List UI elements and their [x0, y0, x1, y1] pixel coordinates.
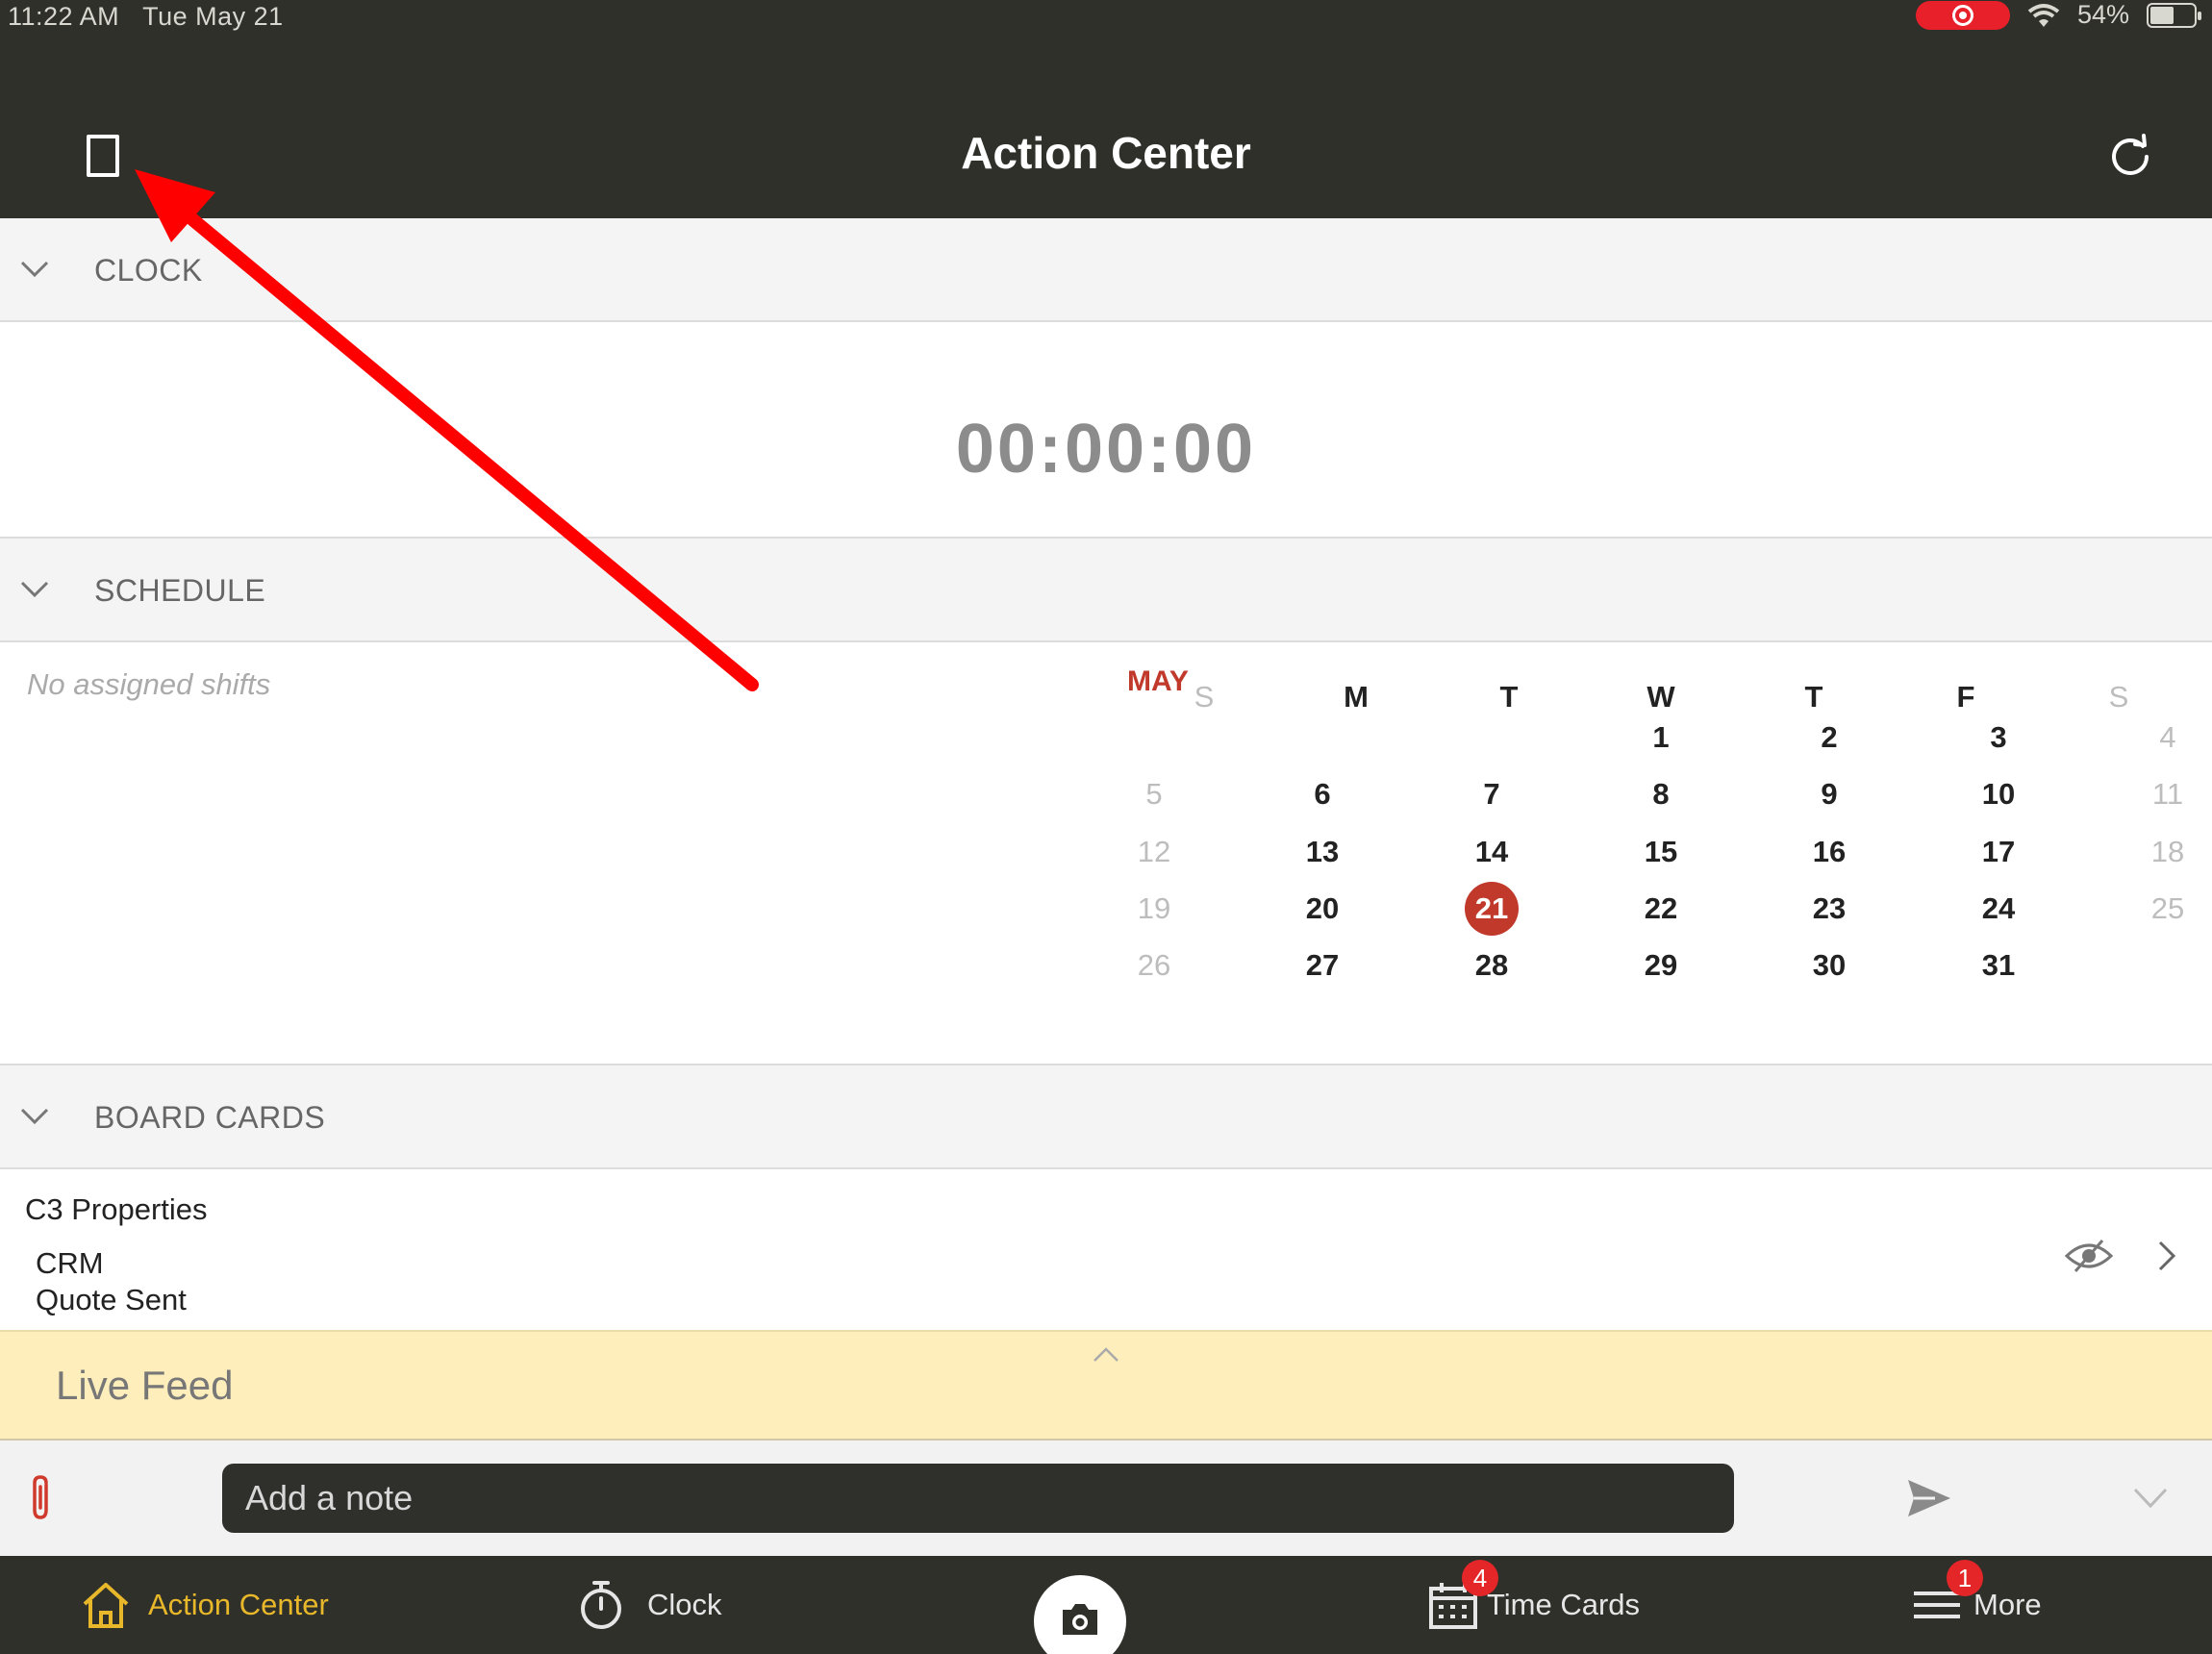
note-input[interactable]: [222, 1464, 1734, 1533]
board-cards-section-label: BOARD CARDS: [94, 1100, 326, 1135]
live-feed-drawer[interactable]: Live Feed: [0, 1330, 2212, 1441]
clock-timer: 00:00:00: [955, 411, 1257, 488]
calendar-weekday: T: [1499, 680, 1519, 714]
bottom-tab-bar: Action Center Clock Time Cards 4 More 1: [0, 1556, 2212, 1654]
note-composer: [0, 1441, 2212, 1556]
camera-button[interactable]: [1034, 1575, 1126, 1654]
chevron-up-icon[interactable]: [1093, 1345, 1119, 1363]
tab-label: Time Cards: [1487, 1588, 1641, 1621]
clock-section-label: CLOCK: [94, 253, 203, 288]
tab-more[interactable]: More 1: [1912, 1556, 2042, 1654]
calendar-day[interactable]: 25: [2134, 885, 2201, 933]
calendar-day[interactable]: 19: [1120, 885, 1188, 933]
screen-recording-icon[interactable]: [1915, 0, 2010, 30]
calendar-day[interactable]: 10: [1965, 770, 2032, 818]
status-date: Tue May 21: [142, 2, 284, 31]
stopwatch-icon: [581, 1581, 621, 1629]
schedule-panel: No assigned shifts MAY SMTWTFS1234567891…: [0, 644, 2212, 1065]
status-time: 11:22 AM Tue May 21: [8, 2, 284, 31]
calendar-day[interactable]: 15: [1627, 828, 1695, 876]
tab-label: Action Center: [148, 1588, 329, 1621]
calendar-day[interactable]: 27: [1289, 941, 1356, 990]
calendar-day[interactable]: 1: [1627, 714, 1695, 762]
board-card-stage: Quote Sent: [36, 1283, 187, 1316]
calendar-day[interactable]: 23: [1796, 885, 1863, 933]
battery-icon: [2147, 2, 2201, 28]
eye-slash-icon[interactable]: [2064, 1237, 2114, 1275]
calendar-weekday: S: [1194, 680, 1215, 714]
board-card-company: C3 Properties: [25, 1192, 208, 1226]
board-card-board: CRM: [36, 1246, 104, 1280]
tab-label: Clock: [647, 1588, 722, 1621]
chevron-right-icon[interactable]: [2154, 1237, 2179, 1275]
app-header: 11:22 AM Tue May 21 54% Action Center: [0, 0, 2212, 218]
calendar-day[interactable]: 14: [1458, 828, 1525, 876]
home-icon: [83, 1583, 129, 1628]
calendar-day[interactable]: 20: [1289, 885, 1356, 933]
calendar-day[interactable]: 17: [1965, 828, 2032, 876]
paperclip-icon[interactable]: [27, 1473, 56, 1521]
calendar-day[interactable]: 16: [1796, 828, 1863, 876]
calendar-day[interactable]: 30: [1796, 941, 1863, 990]
chevron-down-icon[interactable]: [2133, 1487, 2168, 1510]
refresh-icon[interactable]: [2106, 133, 2154, 181]
status-indicators: 54%: [1915, 0, 2201, 30]
calendar-day[interactable]: 26: [1120, 941, 1188, 990]
calendar-day[interactable]: 12: [1120, 828, 1188, 876]
calendar-day[interactable]: 18: [2134, 828, 2201, 876]
calendar-day[interactable]: 31: [1965, 941, 2032, 990]
clock-panel: 00:00:00: [0, 323, 2212, 539]
calendar-day[interactable]: 13: [1289, 828, 1356, 876]
calendar-day[interactable]: 29: [1627, 941, 1695, 990]
chevron-down-icon[interactable]: [19, 573, 50, 604]
calendar-day[interactable]: 3: [1965, 714, 2032, 762]
calendar-day[interactable]: 22: [1627, 885, 1695, 933]
calendar-day[interactable]: 5: [1120, 770, 1188, 818]
calendar-grid: S M T W T F S 1 2 3 4 5 6 7 8 9 10 11 12 13 14 15 16 17 18 19 20 21…: [0, 644, 2212, 1065]
calendar-day[interactable]: 9: [1796, 770, 1863, 818]
calendar-day[interactable]: 7: [1458, 770, 1525, 818]
schedule-section-label: SCHEDULE: [94, 573, 266, 608]
tab-time-cards[interactable]: Time Cards 4: [1427, 1556, 1640, 1654]
calendar-day[interactable]: 24: [1965, 885, 2032, 933]
chevron-down-icon[interactable]: [19, 1100, 50, 1131]
calendar-day[interactable]: 4: [2134, 714, 2201, 762]
page-title: Action Center: [961, 128, 1251, 178]
battery-percent: 54%: [2076, 0, 2129, 29]
tab-label: More: [1973, 1588, 2042, 1621]
calendar-day[interactable]: 8: [1627, 770, 1695, 818]
wifi-icon: [2027, 3, 2060, 27]
tab-action-center[interactable]: Action Center: [81, 1556, 329, 1654]
calendar-day[interactable]: 11: [2134, 770, 2201, 818]
clock-section-header[interactable]: CLOCK: [0, 218, 2212, 322]
chevron-down-icon[interactable]: [19, 253, 50, 284]
schedule-section-header[interactable]: SCHEDULE: [0, 539, 2212, 642]
notification-badge: 1: [1947, 1560, 1983, 1596]
calendar-day[interactable]: 28: [1458, 941, 1525, 990]
board-card-row[interactable]: C3 Properties CRM Quote Sent: [0, 1169, 2212, 1331]
board-cards-section-header[interactable]: BOARD CARDS: [0, 1065, 2212, 1169]
calendar-day[interactable]: 2: [1796, 714, 1863, 762]
tab-clock[interactable]: Clock: [578, 1556, 722, 1654]
calendar-day[interactable]: 6: [1289, 770, 1356, 818]
calendar-weekday: M: [1344, 680, 1369, 714]
calendar-day-today[interactable]: 21: [1458, 885, 1525, 933]
send-icon[interactable]: [1906, 1477, 1952, 1519]
notification-badge: 4: [1462, 1560, 1498, 1596]
live-feed-label: Live Feed: [56, 1363, 234, 1408]
camera-icon: [1063, 1604, 1097, 1635]
